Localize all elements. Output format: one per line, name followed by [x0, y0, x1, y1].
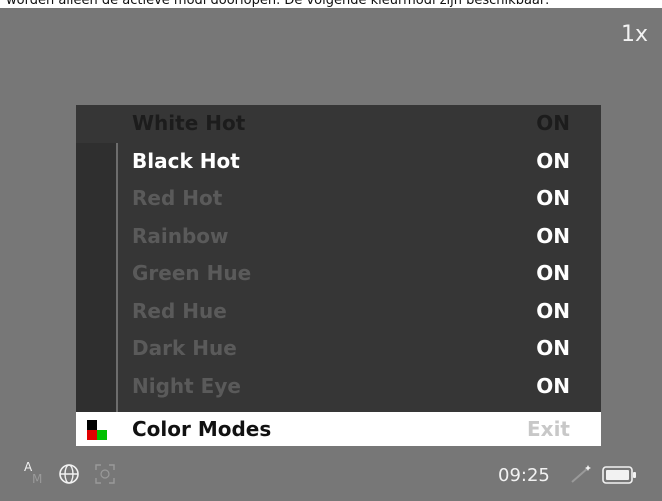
menu-item-state: ON: [536, 261, 570, 285]
menu-item-night-eye[interactable]: Night Eye ON: [76, 368, 601, 406]
menu-item-label: White Hot: [132, 111, 246, 135]
menu-item-state: ON: [536, 111, 570, 135]
menu-item-label: Green Hue: [132, 261, 252, 285]
menu-item-label: Rainbow: [132, 223, 229, 248]
menu-item-label: Red Hue: [132, 298, 227, 323]
battery-icon: [602, 465, 638, 489]
auto-manual-indicator: A M: [24, 461, 42, 485]
am-bottom-letter: M: [32, 472, 43, 486]
menu-item-red-hot[interactable]: Red Hot ON: [76, 180, 601, 218]
menu-item-state: ON: [536, 373, 570, 398]
menu-footer-color-modes[interactable]: Color Modes Exit: [76, 412, 601, 446]
menu-item-label: Black Hot: [132, 148, 240, 173]
magic-wand-icon: [568, 463, 594, 489]
globe-icon: [58, 463, 80, 489]
color-modes-icon: [87, 420, 107, 440]
face-detect-icon: [94, 463, 116, 489]
menu-item-rainbow[interactable]: Rainbow ON: [76, 218, 601, 256]
menu-item-green-hue[interactable]: Green Hue ON: [76, 255, 601, 293]
menu-item-label: Night Eye: [132, 373, 241, 398]
caption-strip: worden alleen de actieve modi doorlopen.…: [0, 0, 662, 8]
caption-text: worden alleen de actieve modi doorlopen.…: [6, 0, 550, 8]
exit-button[interactable]: Exit: [527, 417, 570, 441]
menu-item-label: Red Hot: [132, 186, 223, 210]
menu-item-state: ON: [536, 298, 570, 323]
menu-item-state: ON: [536, 336, 570, 360]
menu-footer-label: Color Modes: [132, 417, 272, 441]
menu-item-white-hot[interactable]: White Hot ON: [76, 105, 601, 143]
zoom-indicator: 1x: [620, 22, 648, 47]
viewfinder-screen: 1x White Hot ON Black Hot ON Red Hot ON …: [0, 8, 662, 501]
color-modes-menu: White Hot ON Black Hot ON Red Hot ON Rai…: [76, 105, 601, 446]
menu-item-state: ON: [536, 186, 570, 210]
device-display: worden alleen de actieve modi doorlopen.…: [0, 0, 662, 501]
menu-item-state: ON: [536, 148, 570, 173]
menu-item-red-hue[interactable]: Red Hue ON: [76, 293, 601, 331]
menu-item-label: Dark Hue: [132, 336, 237, 360]
menu-item-black-hot[interactable]: Black Hot ON: [76, 143, 601, 181]
menu-item-state: ON: [536, 223, 570, 248]
clock: 09:25: [498, 465, 550, 486]
menu-item-dark-hue[interactable]: Dark Hue ON: [76, 330, 601, 368]
status-bar: A M 09:25: [0, 455, 662, 495]
